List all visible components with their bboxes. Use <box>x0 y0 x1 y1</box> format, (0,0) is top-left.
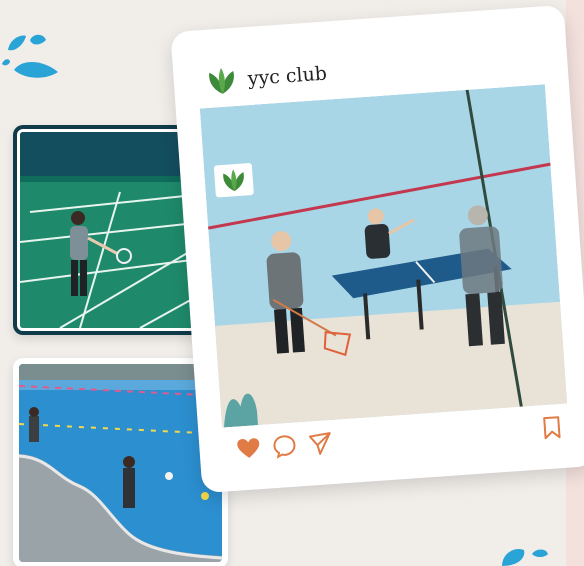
water-splash-icon <box>502 548 548 566</box>
pool-photo <box>17 362 224 564</box>
water-splash-icon <box>2 34 58 78</box>
social-post-card: yyc club <box>170 4 584 494</box>
table-tennis-photo <box>199 84 568 428</box>
send-arrow-icon[interactable] <box>307 430 335 458</box>
post-header: yyc club <box>203 56 328 101</box>
leaf-logo-icon <box>223 169 244 192</box>
heart-icon[interactable] <box>235 435 263 463</box>
account-name[interactable]: yyc club <box>247 63 328 90</box>
comment-bubble-icon[interactable] <box>271 432 299 460</box>
promo-canvas: yyc club <box>0 0 584 566</box>
photo-watermark-logo <box>213 162 254 198</box>
bookmark-icon[interactable] <box>538 414 566 442</box>
leaf-logo-icon <box>209 67 234 94</box>
